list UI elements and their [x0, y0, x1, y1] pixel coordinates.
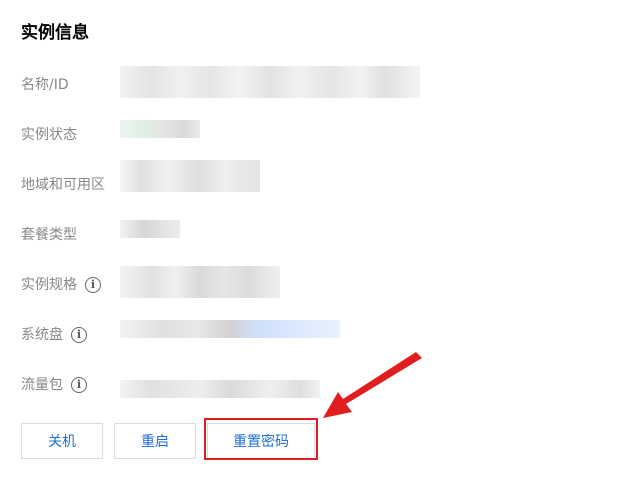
- annotation-arrow-shape: [323, 352, 422, 418]
- annotation-arrow-icon: [323, 352, 422, 418]
- instance-info-panel: 实例信息 名称/ID 实例状态 地域和可用区 套餐类型 实例规格 i 系统盘 i…: [0, 0, 623, 480]
